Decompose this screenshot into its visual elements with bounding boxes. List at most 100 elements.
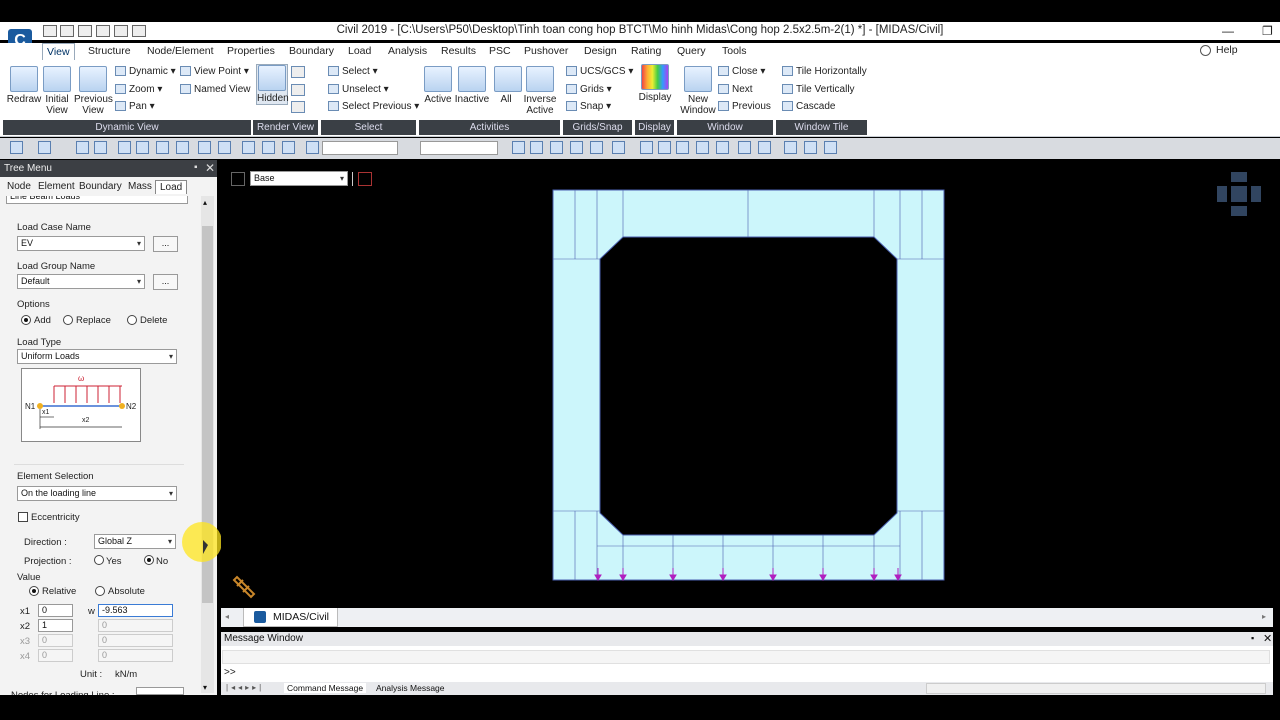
- rotate-icon[interactable]: [176, 141, 189, 154]
- load-case-select[interactable]: EV ▾: [17, 236, 145, 251]
- tab-scroll-left-icon[interactable]: ◂: [225, 612, 229, 621]
- hidden-line-icon[interactable]: [612, 141, 625, 154]
- front-view-icon[interactable]: [136, 141, 149, 154]
- hidden-button[interactable]: Hidden: [256, 64, 289, 105]
- load-group-browse-button[interactable]: ...: [153, 274, 178, 290]
- pin-icon[interactable]: ▪: [194, 162, 198, 173]
- doc-tab-midas-civil[interactable]: MIDAS/Civil: [243, 608, 338, 627]
- shade-icon[interactable]: [696, 141, 709, 154]
- snap-button[interactable]: Snap ▾: [566, 101, 611, 112]
- close-icon[interactable]: ✕: [205, 161, 215, 175]
- function-select[interactable]: Line Beam Loads: [6, 196, 188, 204]
- tab-scroll-right-icon[interactable]: ▸: [1262, 612, 1266, 621]
- select-previous-button[interactable]: Select Previous ▾: [328, 101, 419, 112]
- pointer-icon[interactable]: [306, 141, 319, 154]
- tile-vertically-button[interactable]: Tile Vertically: [782, 84, 855, 95]
- w4-input[interactable]: 0: [98, 649, 173, 662]
- help-button[interactable]: Help: [1216, 44, 1238, 56]
- option-replace-radio[interactable]: [63, 315, 73, 325]
- snap-icon[interactable]: [282, 141, 295, 154]
- active-button[interactable]: Active: [424, 66, 452, 105]
- menu-structure[interactable]: Structure: [84, 43, 135, 60]
- unselect-button[interactable]: Unselect ▾: [328, 84, 389, 95]
- w2-input[interactable]: 0: [98, 619, 173, 632]
- projection-yes-radio[interactable]: [94, 555, 104, 565]
- toolbar-combo-1[interactable]: [322, 141, 398, 155]
- display-support-icon[interactable]: [590, 141, 603, 154]
- redo-icon[interactable]: [38, 141, 51, 154]
- menu-design[interactable]: Design: [580, 43, 621, 60]
- scroll-up-icon[interactable]: ▴: [203, 198, 207, 207]
- node-number-icon[interactable]: [738, 141, 751, 154]
- display-boundary-icon[interactable]: [550, 141, 563, 154]
- cascade-button[interactable]: Cascade: [782, 101, 835, 112]
- x1-input[interactable]: 0: [38, 604, 73, 617]
- copy-icon[interactable]: [262, 141, 275, 154]
- help-icon[interactable]: [1200, 45, 1211, 56]
- direction-select[interactable]: Global Z ▾: [94, 534, 176, 549]
- properties-icon[interactable]: [824, 141, 837, 154]
- inverse-active-button[interactable]: Inverse Active: [522, 66, 558, 116]
- shrink-icon[interactable]: [640, 141, 653, 154]
- menu-view[interactable]: View: [42, 43, 75, 60]
- toolbar-combo-2[interactable]: [420, 141, 498, 155]
- pin-icon[interactable]: ▪: [1251, 633, 1254, 643]
- render-icon[interactable]: [676, 141, 689, 154]
- tab-element[interactable]: Element: [34, 180, 79, 194]
- load-group-select[interactable]: Default ▾: [17, 274, 145, 289]
- value-relative-radio[interactable]: [29, 586, 39, 596]
- load-case-browse-button[interactable]: ...: [153, 236, 178, 252]
- menu-boundary[interactable]: Boundary: [285, 43, 338, 60]
- named-view-button[interactable]: Named View: [180, 84, 251, 95]
- model-view-canvas[interactable]: Base ▾: [221, 162, 1273, 608]
- element-icon[interactable]: [94, 141, 107, 154]
- lock-icon[interactable]: [784, 141, 797, 154]
- x2-input[interactable]: 1: [38, 619, 73, 632]
- option-delete-radio[interactable]: [127, 315, 137, 325]
- previous-view-button[interactable]: Previous View: [74, 66, 113, 116]
- dynamic-button[interactable]: Dynamic ▾: [115, 66, 176, 77]
- element-selection-select[interactable]: On the loading line ▾: [17, 486, 177, 501]
- tab-node[interactable]: Node: [3, 180, 35, 194]
- projection-no-radio[interactable]: [144, 555, 154, 565]
- tab-analysis-message[interactable]: Analysis Message: [373, 683, 448, 693]
- view-point-button[interactable]: View Point ▾: [180, 66, 249, 77]
- iso-view-icon[interactable]: [118, 141, 131, 154]
- move-icon[interactable]: [242, 141, 255, 154]
- node-icon[interactable]: [76, 141, 89, 154]
- next-window-button[interactable]: Next: [718, 84, 753, 95]
- new-window-button[interactable]: New Window: [680, 66, 716, 116]
- redraw-button[interactable]: Redraw: [6, 66, 42, 105]
- inactive-button[interactable]: Inactive: [454, 66, 490, 105]
- light-icon[interactable]: [716, 141, 729, 154]
- perspective-icon[interactable]: [291, 66, 305, 78]
- undo-icon[interactable]: [10, 141, 23, 154]
- menu-node-element[interactable]: Node/Element: [143, 43, 218, 60]
- tab-load[interactable]: Load: [155, 180, 188, 194]
- minimize-button[interactable]: —: [1222, 24, 1234, 38]
- tab-boundary[interactable]: Boundary: [75, 180, 126, 194]
- restore-button[interactable]: ❐: [1262, 24, 1273, 38]
- perspective-icon[interactable]: [658, 141, 671, 154]
- ucs-gcs-button[interactable]: UCS/GCS ▾: [566, 66, 633, 77]
- menu-analysis[interactable]: Analysis: [384, 43, 431, 60]
- x4-input[interactable]: 0: [38, 649, 73, 662]
- element-number-icon[interactable]: [758, 141, 771, 154]
- menu-properties[interactable]: Properties: [223, 43, 279, 60]
- grids-button[interactable]: Grids ▾: [566, 84, 612, 95]
- menu-query[interactable]: Query: [673, 43, 710, 60]
- zoom-window-icon[interactable]: [218, 141, 231, 154]
- select-button[interactable]: Select ▾: [328, 66, 378, 77]
- close-window-button[interactable]: Close ▾: [718, 66, 765, 77]
- tab-mass[interactable]: Mass: [124, 180, 156, 194]
- menu-rating[interactable]: Rating: [627, 43, 665, 60]
- menu-results[interactable]: Results: [437, 43, 480, 60]
- option-add-radio[interactable]: [21, 315, 31, 325]
- tab-command-message[interactable]: Command Message: [284, 683, 367, 693]
- display-button[interactable]: Display: [638, 64, 672, 103]
- top-view-icon[interactable]: [156, 141, 169, 154]
- w1-input[interactable]: -9.563: [98, 604, 173, 617]
- menu-tools[interactable]: Tools: [718, 43, 751, 60]
- box-culvert-model[interactable]: [221, 162, 1273, 608]
- scroll-down-icon[interactable]: ▾: [203, 683, 207, 692]
